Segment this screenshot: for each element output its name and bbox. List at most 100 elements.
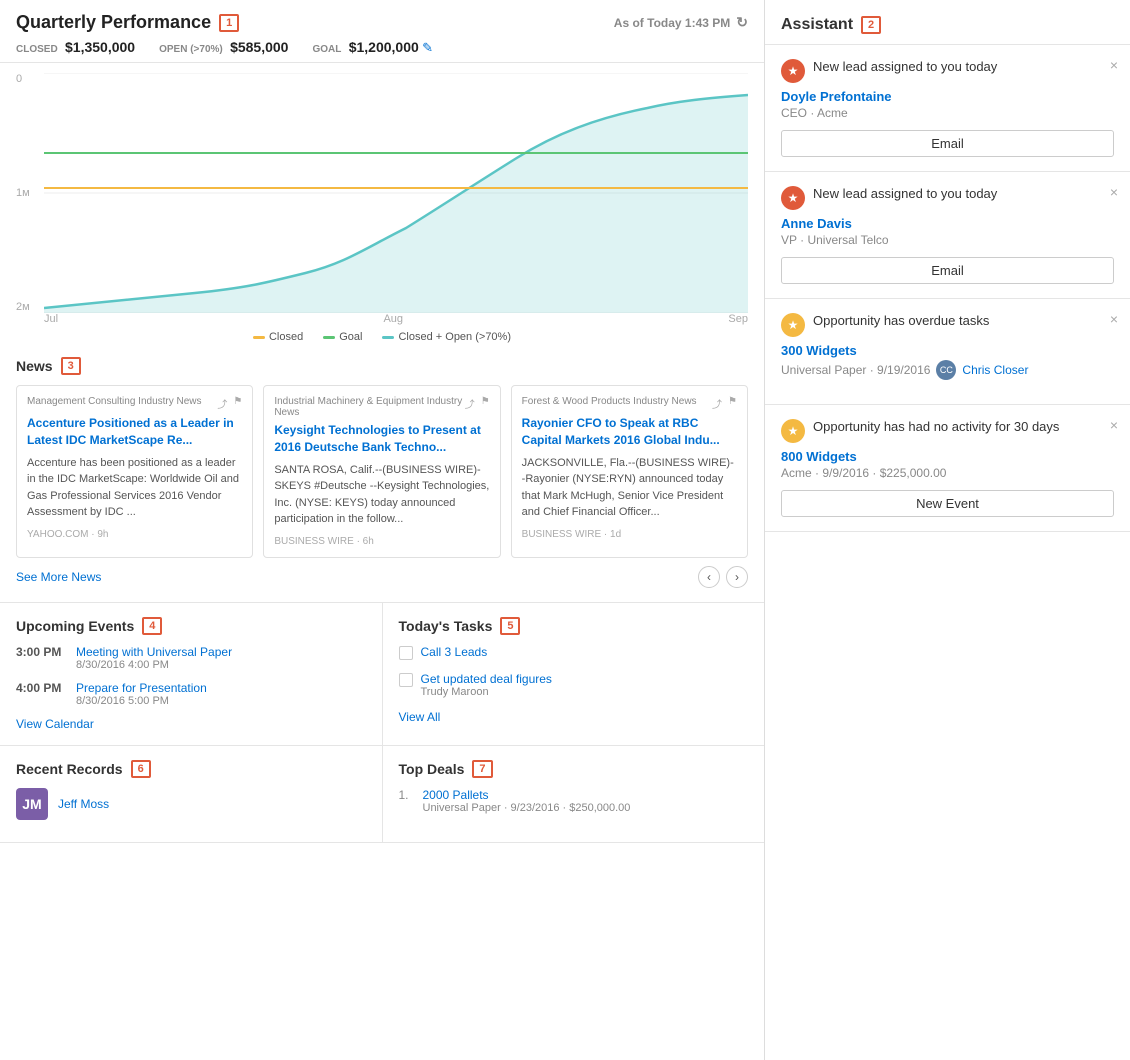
news-time-2: BUSINESS WIRE · 1d	[522, 529, 737, 540]
news-source-0: Management Consulting Industry News	[27, 396, 202, 407]
assist-opp-sub-2: Universal Paper · 9/19/2016 CC Chris Clo…	[781, 360, 1114, 380]
avatar-0: JM	[16, 788, 48, 820]
assist-user-name-2[interactable]: Chris Closer	[962, 363, 1028, 377]
top-deals-badge: 7	[472, 760, 492, 778]
upcoming-events: Upcoming Events 4 3:00 PM Meeting with U…	[0, 603, 383, 746]
news-body-0: Accenture has been positioned as a leade…	[27, 455, 242, 521]
event-date-1: 8/30/2016 5:00 PM	[76, 695, 207, 707]
share-icon-2[interactable]: ⤴	[712, 396, 722, 411]
assist-title-3: Opportunity has had no activity for 30 d…	[813, 419, 1059, 434]
event-date-0: 8/30/2016 4:00 PM	[76, 659, 232, 671]
task-checkbox-0[interactable]	[399, 646, 413, 660]
closed-label: CLOSED	[16, 44, 58, 55]
task-item-0: Call 3 Leads	[399, 645, 749, 660]
assist-email-btn-1[interactable]: Email	[781, 257, 1114, 284]
news-badge: 3	[61, 357, 81, 375]
news-headline-1[interactable]: Keysight Technologies to Present at 2016…	[274, 422, 489, 456]
chart-area: 2м 1м 0	[16, 73, 748, 313]
refresh-icon[interactable]: ↻	[736, 14, 748, 31]
news-card-1: Industrial Machinery & Equipment Industr…	[263, 385, 500, 558]
performance-header: Quarterly Performance 1 As of Today 1:43…	[0, 0, 764, 63]
recent-deals-row: Recent Records 6 JM Jeff Moss Top Deals …	[0, 746, 764, 843]
events-title: Upcoming Events	[16, 618, 134, 634]
task-name-1[interactable]: Get updated deal figures	[421, 672, 552, 686]
assist-card-0: × ★ New lead assigned to you today Doyle…	[765, 45, 1130, 172]
assist-role-1: VP · Universal Telco	[781, 233, 1114, 247]
assist-icon-3: ★	[781, 419, 805, 443]
view-all-tasks-link[interactable]: View All	[399, 710, 749, 724]
task-sub-1: Trudy Maroon	[421, 686, 552, 698]
assist-opp-2[interactable]: 300 Widgets	[781, 343, 1114, 358]
flag-icon-2[interactable]: ⚑	[728, 396, 737, 411]
assist-user-icon-2: CC	[936, 360, 956, 380]
legend-closed-open: Closed + Open (>70%)	[398, 331, 511, 343]
news-nav: See More News ‹ ›	[16, 566, 748, 588]
timestamp: As of Today 1:43 PM	[614, 16, 730, 30]
recent-records-badge: 6	[131, 760, 151, 778]
open-value: $585,000	[230, 39, 288, 55]
news-time-0: YAHOO.COM · 9h	[27, 529, 242, 540]
news-title: News 3	[16, 357, 748, 375]
chart-x-labels: Jul Aug Sep	[16, 313, 748, 325]
legend-closed: Closed	[269, 331, 303, 343]
event-name-1[interactable]: Prepare for Presentation	[76, 681, 207, 695]
see-more-news[interactable]: See More News	[16, 570, 101, 584]
news-headline-2[interactable]: Rayonier CFO to Speak at RBC Capital Mar…	[522, 415, 737, 449]
assist-role-0: CEO · Acme	[781, 106, 1114, 120]
flag-icon-1[interactable]: ⚑	[481, 396, 490, 411]
news-body-2: JACKSONVILLE, Fla.--(BUSINESS WIRE)--Ray…	[522, 455, 737, 521]
flag-icon-0[interactable]: ⚑	[233, 396, 242, 411]
view-calendar-link[interactable]: View Calendar	[16, 717, 366, 731]
news-next-arrow[interactable]: ›	[726, 566, 748, 588]
share-icon-0[interactable]: ⤴	[217, 396, 227, 411]
event-name-0[interactable]: Meeting with Universal Paper	[76, 645, 232, 659]
legend-goal: Goal	[339, 331, 362, 343]
assist-close-1[interactable]: ×	[1110, 184, 1118, 200]
assist-title-2: Opportunity has overdue tasks	[813, 313, 989, 328]
share-icon-1[interactable]: ⤴	[465, 396, 475, 411]
recent-records: Recent Records 6 JM Jeff Moss	[0, 746, 383, 843]
header-badge: 1	[219, 14, 239, 32]
news-source-2: Forest & Wood Products Industry News	[522, 396, 697, 407]
recent-records-title: Recent Records	[16, 761, 123, 777]
news-prev-arrow[interactable]: ‹	[698, 566, 720, 588]
news-section: News 3 Management Consulting Industry Ne…	[0, 343, 764, 603]
chart-container: 2м 1м 0	[0, 63, 764, 343]
assist-email-btn-0[interactable]: Email	[781, 130, 1114, 157]
assist-new-event-btn[interactable]: New Event	[781, 490, 1114, 517]
news-headline-0[interactable]: Accenture Positioned as a Leader in Late…	[27, 415, 242, 449]
assist-close-0[interactable]: ×	[1110, 57, 1118, 73]
chart-legend: Closed Goal Closed + Open (>70%)	[16, 325, 748, 351]
deal-item-0: 1. 2000 Pallets Universal Paper · 9/23/2…	[399, 788, 749, 814]
right-panel: Assistant 2 × ★ New lead assigned to you…	[765, 0, 1130, 1060]
assist-icon-0: ★	[781, 59, 805, 83]
page-title: Quarterly Performance	[16, 12, 211, 33]
assist-card-1: × ★ New lead assigned to you today Anne …	[765, 172, 1130, 299]
assist-close-3[interactable]: ×	[1110, 417, 1118, 433]
assist-person-1[interactable]: Anne Davis	[781, 216, 1114, 231]
recent-name-0[interactable]: Jeff Moss	[58, 797, 109, 811]
assist-person-0[interactable]: Doyle Prefontaine	[781, 89, 1114, 104]
deal-name-0[interactable]: 2000 Pallets	[423, 788, 631, 802]
goal-value: $1,200,000	[349, 39, 419, 55]
top-deals-title: Top Deals	[399, 761, 465, 777]
event-time-0: 3:00 PM	[16, 645, 66, 671]
task-checkbox-1[interactable]	[399, 673, 413, 687]
assistant-badge: 2	[861, 16, 881, 34]
assist-opp-3[interactable]: 800 Widgets	[781, 449, 1114, 464]
assistant-title: Assistant	[781, 16, 853, 34]
top-deals: Top Deals 7 1. 2000 Pallets Universal Pa…	[383, 746, 765, 843]
news-grid: Management Consulting Industry News ⤴ ⚑ …	[16, 385, 748, 558]
tasks-badge: 5	[500, 617, 520, 635]
news-card-0: Management Consulting Industry News ⤴ ⚑ …	[16, 385, 253, 558]
todays-tasks: Today's Tasks 5 Call 3 Leads Get updated…	[383, 603, 765, 746]
assist-card-2: × ★ Opportunity has overdue tasks 300 Wi…	[765, 299, 1130, 405]
assist-title-1: New lead assigned to you today	[813, 186, 997, 201]
goal-edit-icon[interactable]: ✎	[422, 40, 433, 55]
perf-stats: CLOSED $1,350,000 OPEN (>70%) $585,000 G…	[16, 39, 748, 56]
event-time-1: 4:00 PM	[16, 681, 66, 707]
assist-close-2[interactable]: ×	[1110, 311, 1118, 327]
assist-icon-2: ★	[781, 313, 805, 337]
task-name-0[interactable]: Call 3 Leads	[421, 645, 488, 659]
events-tasks-row: Upcoming Events 4 3:00 PM Meeting with U…	[0, 603, 764, 746]
